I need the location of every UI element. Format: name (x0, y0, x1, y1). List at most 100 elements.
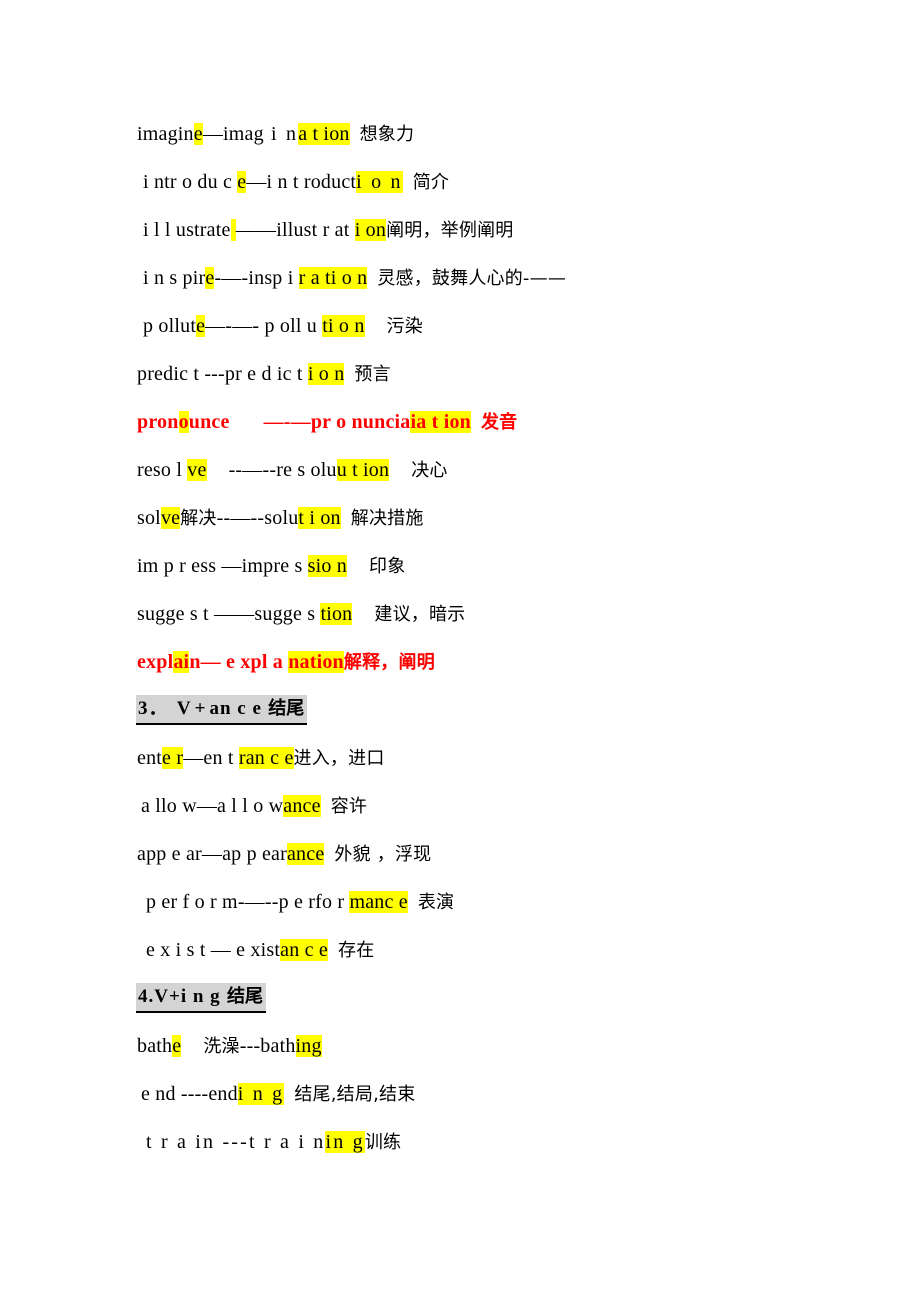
connector-text: n— e xpl a (189, 651, 289, 673)
highlight-noun: in g (325, 1131, 365, 1153)
verb-text: i n s pir (143, 267, 206, 289)
heading-pattern-prefix: V+ (168, 698, 210, 719)
highlight-noun: i on (354, 219, 387, 241)
highlight-suffix: o (178, 411, 189, 433)
entry-exist: e x i s t — e xistan c e 存在 (0, 926, 920, 974)
entry-impress: im p r ess —impre s sio n 印象 (0, 542, 920, 590)
chinese-gloss: 表演 (417, 892, 455, 913)
chinese-gloss: 解决措施 (350, 508, 424, 529)
chinese-gloss: 进入，进口 (293, 748, 385, 769)
noun-stem: i (282, 267, 299, 289)
chinese-gloss: 预言 (354, 364, 391, 385)
entry-perform: p er f o r m-—--p e rfo r manc e 表演 (0, 878, 920, 926)
chinese-gloss: 发音 (480, 412, 518, 433)
verb-text: bath (137, 1035, 173, 1057)
chinese-gloss: 结尾,结局,结束 (294, 1084, 416, 1105)
heading-number: 3． (138, 698, 169, 719)
chinese-gloss: 阐明，举例阐明 (386, 220, 514, 241)
highlight-noun: i o n (356, 171, 403, 193)
highlight-noun: ing (295, 1035, 322, 1057)
highlight-noun-c: ion (318, 123, 350, 145)
noun-stem: t roduct (287, 171, 357, 193)
verb-and-stem: e x i s t — e xist (146, 939, 281, 961)
noun-stem: —-—pr o nuncia (263, 411, 411, 433)
highlight-suffix: e (193, 123, 203, 145)
entry-end: e nd ----endi n g 结尾,结局,结束 (0, 1070, 920, 1118)
entry-train: t r a in ---t r a i nin g训练 (0, 1118, 920, 1166)
entry-appear: app e ar—ap p earance 外貌 ，浮现 (0, 830, 920, 878)
entry-solve: solve解决--—--solut i on 解决措施 (0, 494, 920, 542)
verb-text: p ollut (143, 315, 197, 337)
highlight-suffix: e r (162, 747, 184, 769)
connector-text: ——illust (235, 219, 318, 241)
highlight-noun: i n g (237, 1083, 285, 1105)
highlight-noun: sio n (307, 555, 347, 577)
verb-chinese-gloss: 洗澡 (203, 1036, 240, 1057)
highlight-noun: ance (286, 843, 325, 865)
verb-text: expl (137, 651, 174, 673)
connector-text: —i n (246, 171, 288, 193)
highlight-noun: ran c e (238, 747, 294, 769)
chinese-gloss: 建议，暗示 (374, 604, 466, 625)
heading-pattern-suffix: an c e (209, 698, 262, 719)
chinese-gloss: 存在 (338, 940, 375, 961)
highlight-noun-b: t (307, 123, 319, 145)
verb-and-stem: im p r ess —impre s (137, 555, 308, 577)
highlight-suffix: ve (187, 459, 207, 481)
highlight-noun: r a ti o n (298, 267, 368, 289)
document-page: imagine—imag i na t ion 想象力 i ntr o du c … (0, 0, 920, 1302)
verb-text: i ntr o du c (143, 171, 238, 193)
highlight-noun: ia t ion (410, 411, 471, 433)
highlight-suffix: e (196, 315, 206, 337)
section-heading-ance: 3． V+an c e 结尾 (136, 695, 308, 725)
verb-text: sol (137, 507, 161, 529)
highlight-noun: ti o n (322, 315, 365, 337)
heading-number: 4. (138, 986, 155, 1007)
verb-and-stem: t r a in ---t r a i n (146, 1131, 326, 1153)
verb-and-stem: a llo w—a l l o w (141, 795, 284, 817)
entry-enter: ente r—en t ran c e进入，进口 (0, 734, 920, 782)
entry-pronounce: pronounce —-—pr o nunciaia t ion 发音 (0, 398, 920, 446)
highlight-noun: an c e (280, 939, 328, 961)
highlight-noun: ance (283, 795, 321, 817)
verb-text: ent (137, 747, 163, 769)
verb-and-stem: e nd ----end (141, 1083, 238, 1105)
section-heading-ing-row: 4.V+i n g 结尾 (0, 974, 920, 1022)
entry-predict: predic t ---pr e d ic t i o n 预言 (0, 350, 920, 398)
entry-introduce: i ntr o du c e—i n t roducti o n 简介 (0, 158, 920, 206)
verb-and-stem: predic t ---pr e d ic t (137, 363, 308, 385)
connector-text: —en t (183, 747, 239, 769)
entry-pollute: p ollute—-—- p oll u ti o n 污染 (0, 302, 920, 350)
chinese-gloss: 决心 (411, 460, 448, 481)
chinese-gloss: 灵感，鼓舞人心的-—— (377, 268, 567, 289)
highlight-suffix: e (172, 1035, 182, 1057)
entry-imagine: imagine—imag i na t ion 想象力 (0, 110, 920, 158)
verb-text: i l l ustrate (143, 219, 231, 241)
connector-text: ---bath (239, 1035, 296, 1057)
chinese-gloss: 简介 (412, 172, 450, 193)
verb-and-stem: sugge s t ——sugge s (137, 603, 321, 625)
entry-inspire: i n s pire-—-insp i r a ti o n 灵感，鼓舞人心的-—… (0, 254, 920, 302)
highlight-noun: manc e (349, 891, 408, 913)
verb-tail: unce (188, 411, 230, 433)
entry-resolve: reso l ve --—--re s oluu t ion 决心 (0, 446, 920, 494)
connector-text: —-—- p oll u (205, 315, 323, 337)
heading-label: 结尾 (261, 698, 305, 719)
chinese-gloss: 印象 (369, 556, 406, 577)
heading-pattern-prefix: V+ (154, 986, 181, 1007)
verb-text: pron (137, 411, 179, 433)
noun-stem: r at (317, 219, 355, 241)
chinese-gloss: 解释，阐明 (343, 652, 435, 673)
entry-allow: a llo w—a l l o wance 容许 (0, 782, 920, 830)
entry-bathe: bathe 洗澡---bathing (0, 1022, 920, 1070)
heading-pattern-suffix: i n g (180, 986, 221, 1007)
chinese-gloss: 训练 (364, 1132, 402, 1153)
chinese-gloss: 想象力 (359, 124, 415, 145)
entry-suggest: sugge s t ——sugge s tion 建议，暗示 (0, 590, 920, 638)
highlight-noun: t i on (298, 507, 341, 529)
verb-and-stem: p er f o r m-—--p e rfo r (146, 891, 350, 913)
chinese-gloss: 容许 (330, 796, 368, 817)
highlight-suffix: ve (160, 507, 181, 529)
entry-explain: explain— e xpl a nation解释，阐明 (0, 638, 920, 686)
entry-illustrate: i l l ustrate ——illust r at i on阐明，举例阐明 (0, 206, 920, 254)
